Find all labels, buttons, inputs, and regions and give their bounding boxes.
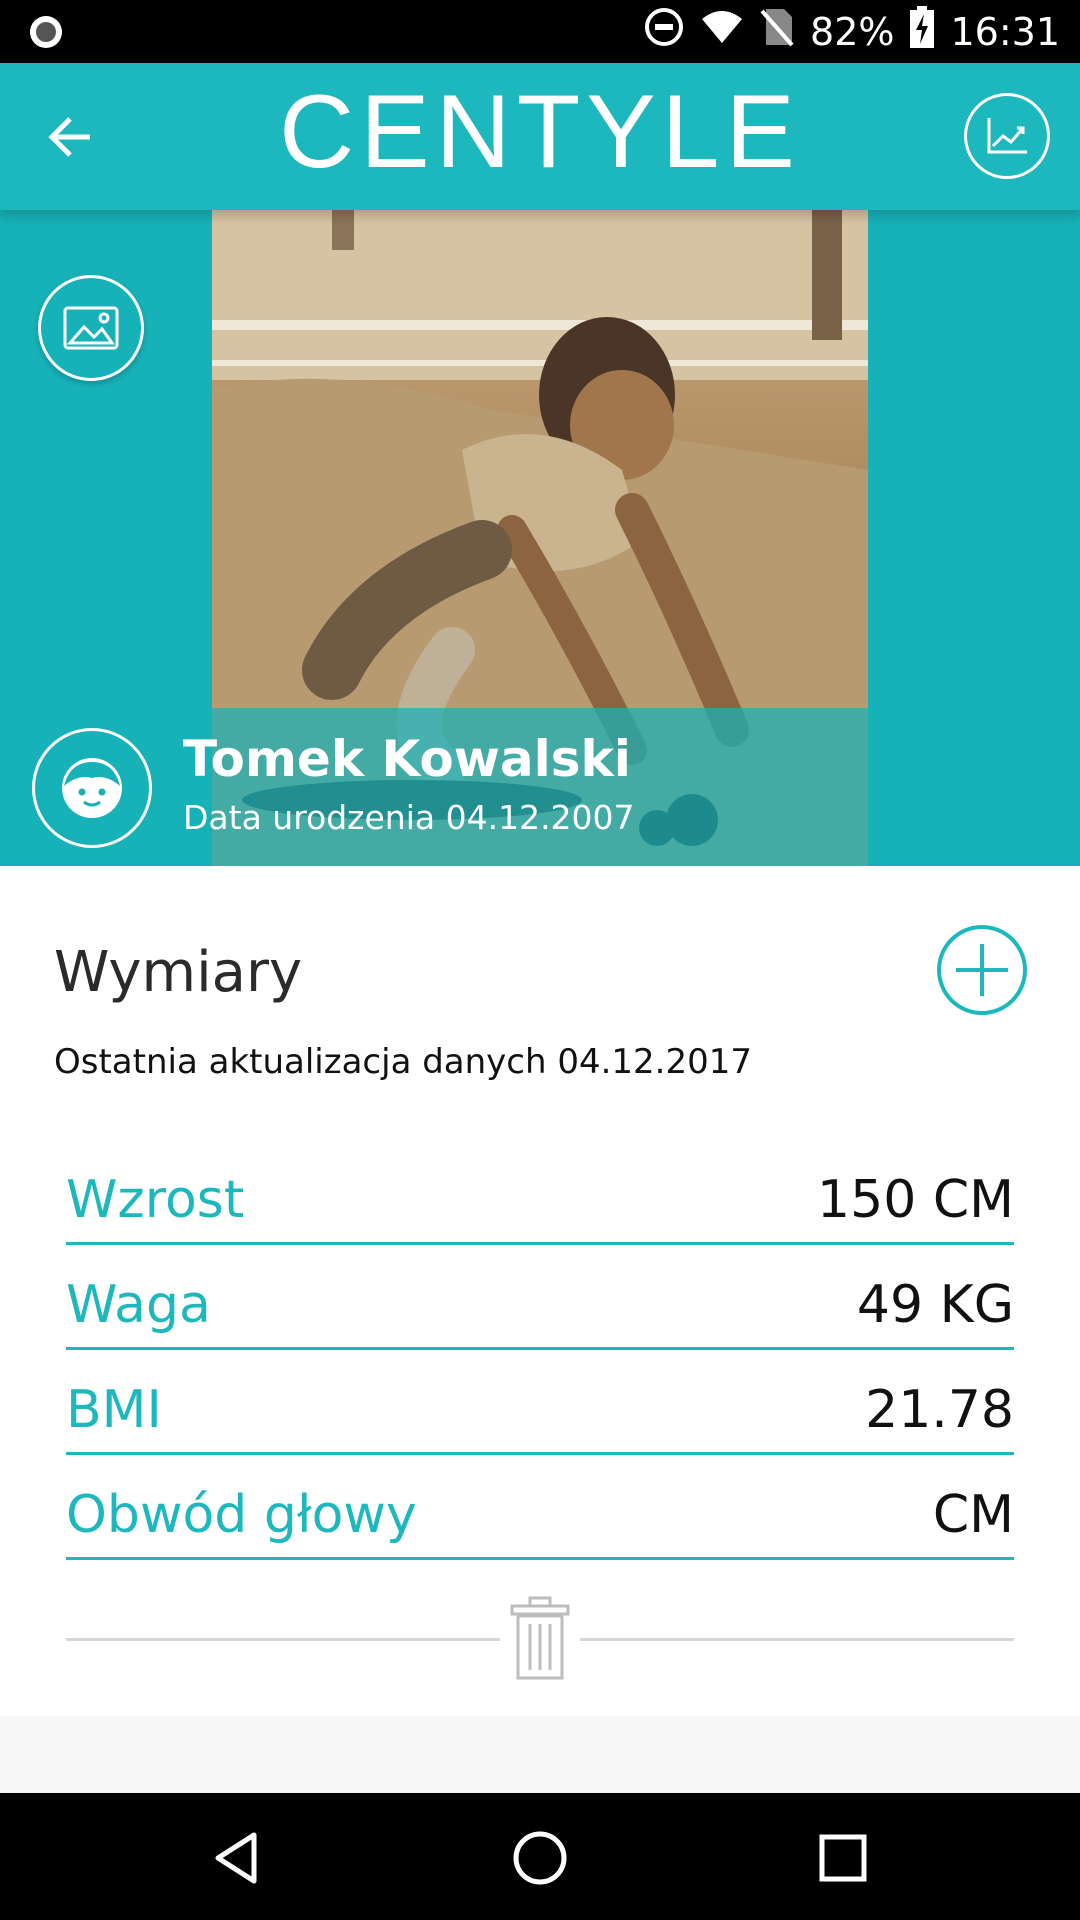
no-sim-icon	[760, 7, 794, 56]
status-icons: 82% 16:31	[644, 0, 1060, 63]
plus-circle-icon	[937, 925, 1027, 1015]
image-icon	[63, 306, 119, 350]
measurement-label: Obwód głowy	[66, 1485, 417, 1545]
circle-home-icon	[513, 1831, 567, 1885]
measurement-row-head[interactable]: Obwód głowy CM	[66, 1455, 1014, 1560]
measurement-label: Waga	[66, 1275, 211, 1335]
measurement-row-bmi[interactable]: BMI 21.78	[66, 1350, 1014, 1455]
last-update-text: Ostatnia aktualizacja danych 04.12.2017	[54, 1042, 753, 1082]
birth-date: Data urodzenia 04.12.2007	[183, 798, 635, 837]
triangle-back-icon	[215, 1832, 257, 1884]
measurement-row-weight[interactable]: Waga 49 KG	[66, 1245, 1014, 1350]
square-recents-icon	[819, 1834, 867, 1882]
battery-charging-icon	[910, 6, 935, 57]
trash-icon	[510, 1596, 570, 1680]
system-nav-bar	[0, 1793, 1080, 1920]
child-name: Tomek Kowalski	[183, 730, 631, 788]
nav-recents-button[interactable]	[808, 1823, 878, 1893]
measurement-value: 150 CM	[817, 1170, 1014, 1230]
nav-back-button[interactable]	[202, 1823, 272, 1893]
avatar[interactable]	[32, 728, 152, 848]
brand-logo: CENTYLE	[279, 74, 801, 190]
record-icon	[28, 14, 64, 54]
add-measurement-button[interactable]	[936, 924, 1028, 1016]
chart-icon	[987, 118, 1027, 154]
measurement-value: 21.78	[865, 1380, 1014, 1440]
measurement-list: Wzrost 150 CM Waga 49 KG BMI 21.78 Obwód…	[66, 1140, 1014, 1560]
face-icon	[62, 758, 122, 818]
dnd-icon	[644, 7, 684, 56]
measurements-card: Wymiary Ostatnia aktualizacja danych 04.…	[0, 866, 1080, 1716]
delete-button[interactable]	[510, 1596, 570, 1681]
section-title: Wymiary	[54, 940, 303, 1005]
divider	[580, 1638, 1014, 1641]
measurement-value: 49 KG	[856, 1275, 1014, 1335]
gallery-button[interactable]	[38, 275, 144, 381]
status-bar: 82% 16:31	[0, 0, 1080, 63]
battery-percent: 82%	[810, 9, 895, 54]
measurement-label: Wzrost	[66, 1170, 245, 1230]
clock: 16:31	[950, 9, 1060, 54]
nav-home-button[interactable]	[505, 1823, 575, 1893]
divider	[66, 1638, 500, 1641]
chart-button[interactable]	[964, 93, 1050, 179]
measurement-value: CM	[932, 1485, 1014, 1545]
app-bar: CENTYLE	[0, 63, 1080, 210]
measurement-row-height[interactable]: Wzrost 150 CM	[66, 1140, 1014, 1245]
measurement-label: BMI	[66, 1380, 162, 1440]
profile-hero: Tomek Kowalski Data urodzenia 04.12.2007	[0, 210, 1080, 866]
wifi-icon	[700, 9, 744, 54]
